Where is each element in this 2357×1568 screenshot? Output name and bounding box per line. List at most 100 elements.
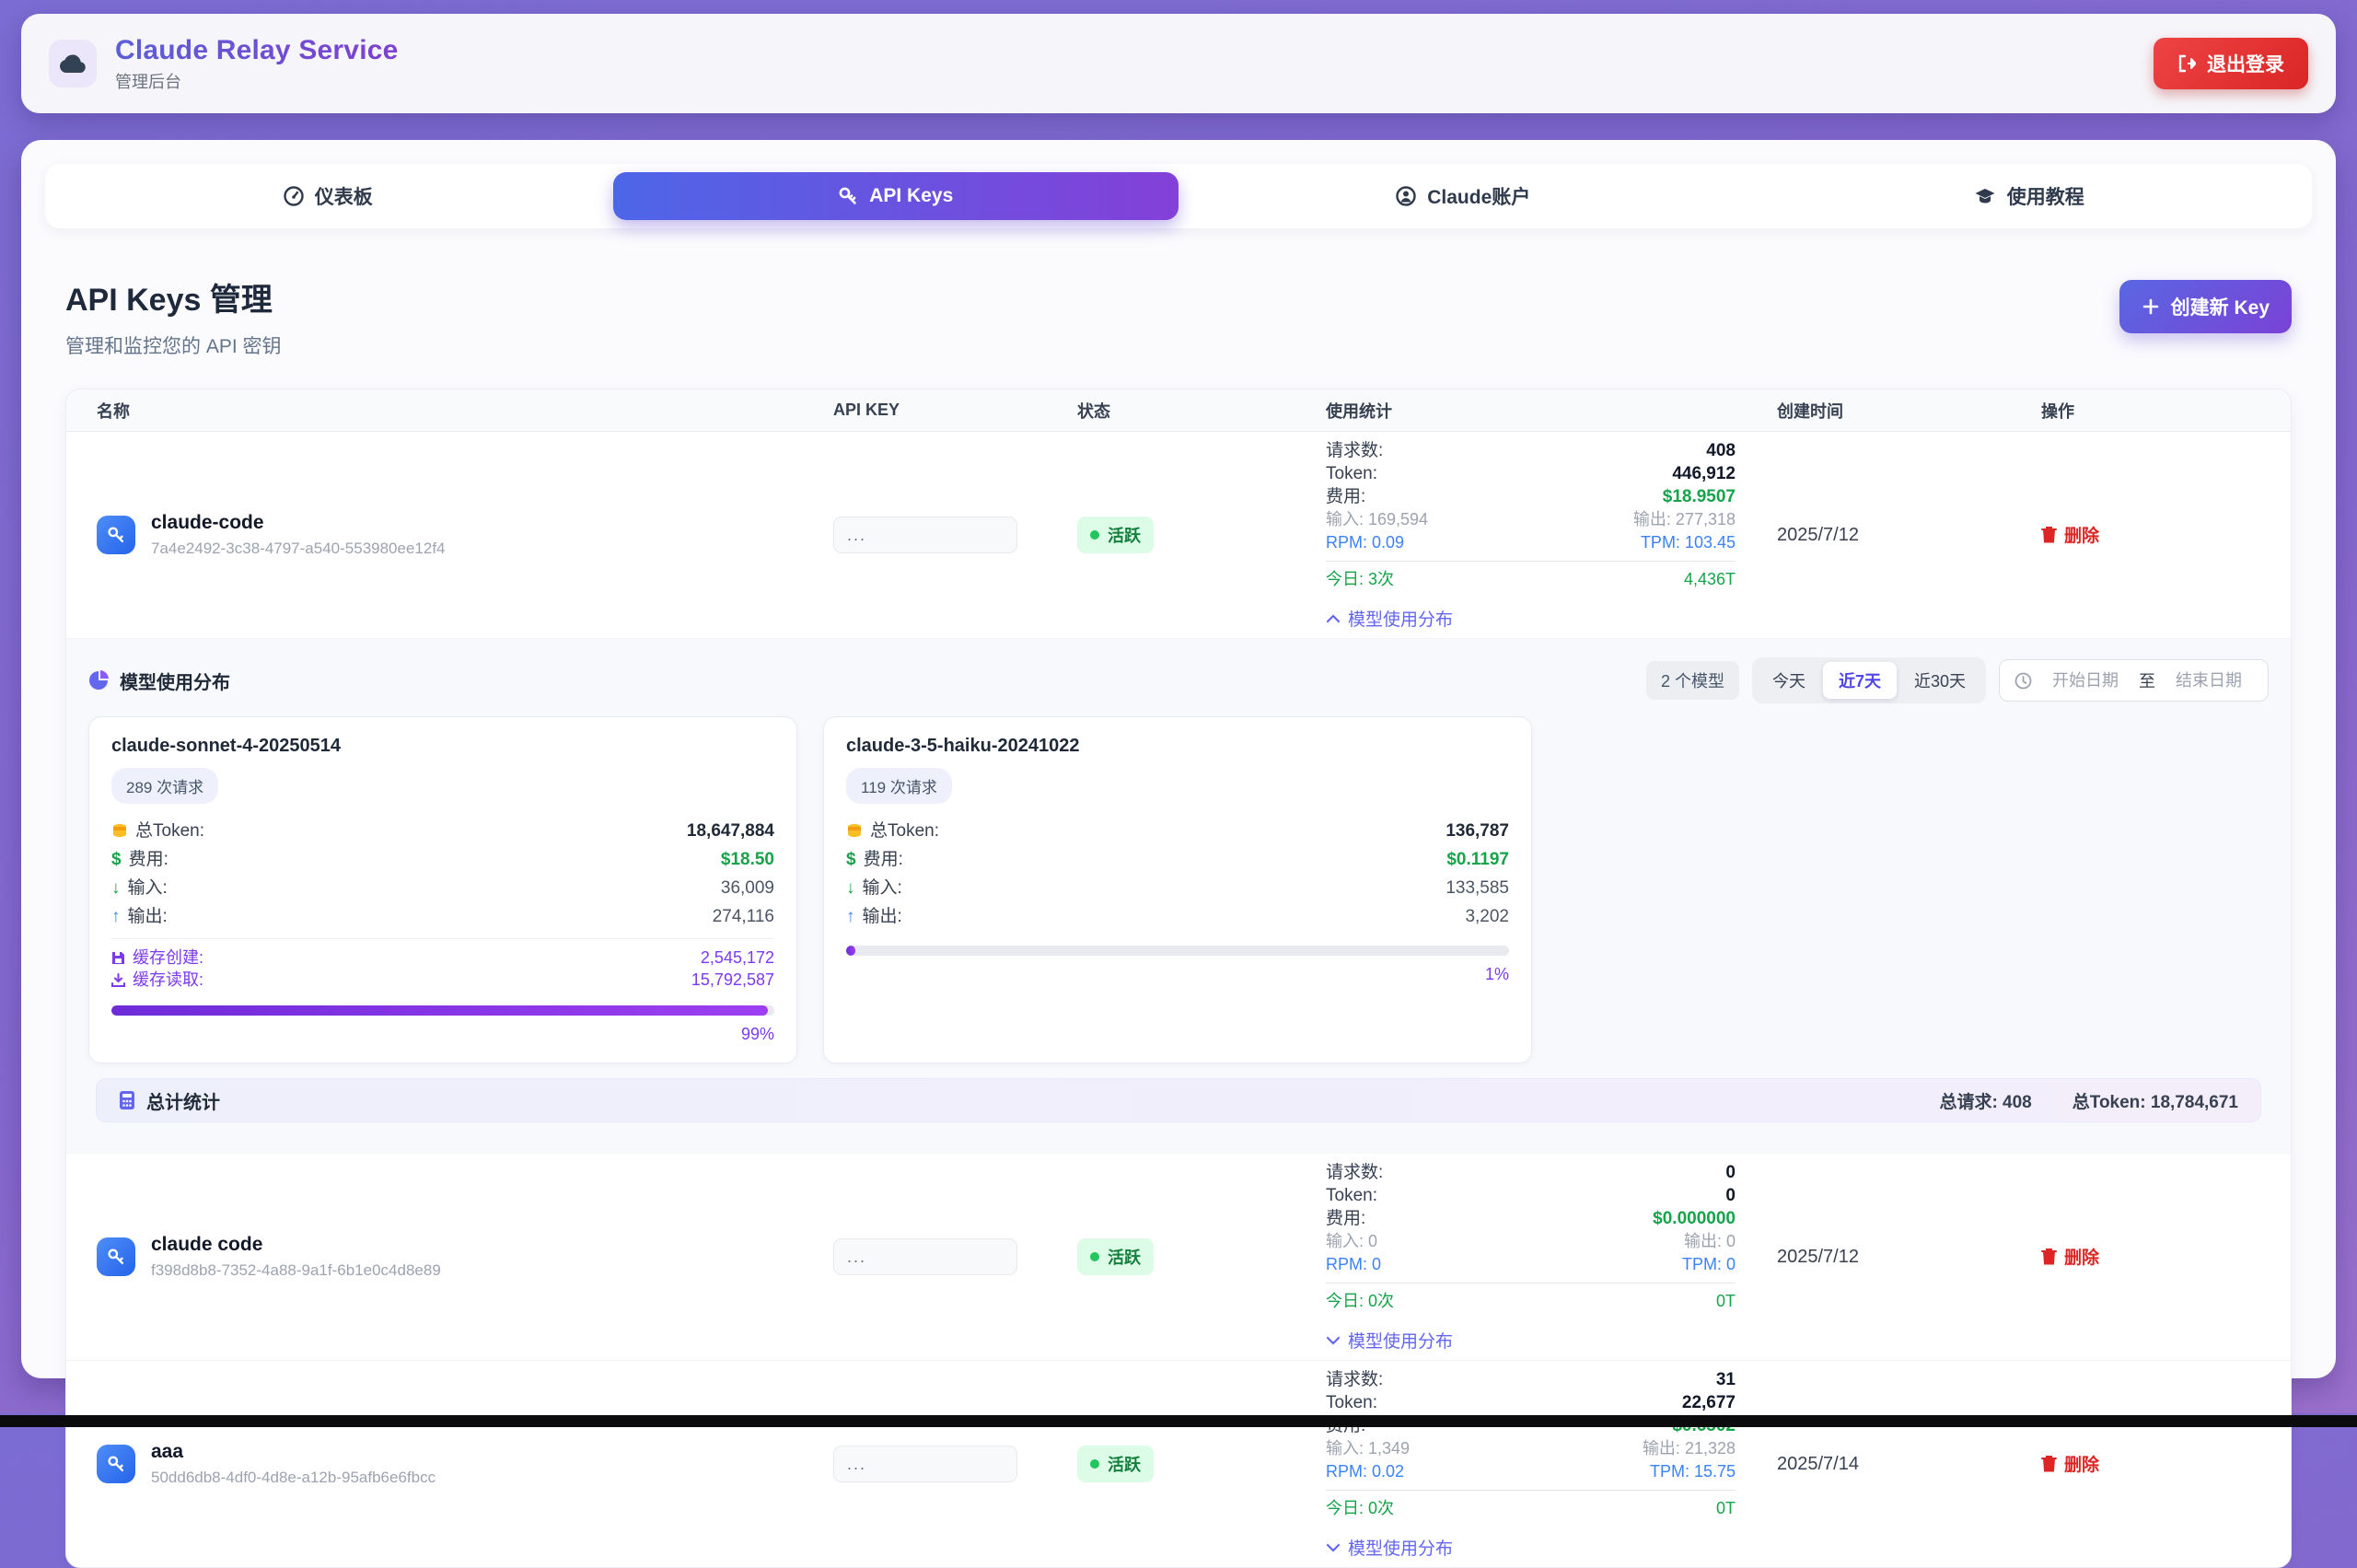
table-row: claude code f398d8b8-7352-4a88-9a1f-6b1e… bbox=[66, 1154, 2291, 1360]
delete-button[interactable]: 删除 bbox=[2041, 522, 2099, 547]
arrow-up-icon: ↑ bbox=[846, 902, 855, 931]
main-panel: 仪表板 API Keys Claude账户 使用教程 API Keys 管理 管… bbox=[21, 140, 2336, 1378]
user-icon bbox=[1396, 186, 1416, 206]
arrow-down-icon: ↓ bbox=[111, 874, 121, 902]
tab-dashboard-label: 仪表板 bbox=[315, 182, 373, 210]
output-value: 3,202 bbox=[1465, 902, 1509, 931]
tab-claude-account[interactable]: Claude账户 bbox=[1180, 164, 1747, 228]
cost-label: 费用: bbox=[1326, 1207, 1365, 1230]
requests-label: 请求数: bbox=[1326, 439, 1383, 462]
status-label: 活跃 bbox=[1108, 1452, 1141, 1476]
stats-divider bbox=[1326, 561, 1736, 562]
create-key-button[interactable]: 创建新 Key bbox=[2119, 280, 2292, 333]
delete-label: 删除 bbox=[2064, 1244, 2099, 1269]
cache-create-label: 缓存创建: bbox=[133, 947, 203, 969]
tab-api-keys-label: API Keys bbox=[869, 185, 953, 207]
logout-button[interactable]: 退出登录 bbox=[2154, 38, 2308, 89]
app-logo bbox=[49, 40, 97, 87]
page-title: API Keys 管理 bbox=[65, 274, 282, 319]
api-key-masked-field[interactable]: ... bbox=[833, 1238, 1017, 1275]
input-value: 36,009 bbox=[721, 874, 774, 902]
output-value: 输出: 0 bbox=[1684, 1230, 1736, 1253]
input-value: 输入: 169,594 bbox=[1326, 508, 1428, 531]
token-label: Token: bbox=[1326, 462, 1377, 485]
chevron-down-icon bbox=[1326, 1336, 1341, 1345]
delete-button[interactable]: 删除 bbox=[2041, 1451, 2099, 1476]
model-distribution-toggle[interactable]: 模型使用分布 bbox=[1326, 1535, 1736, 1560]
end-date-input[interactable] bbox=[2165, 671, 2253, 691]
key-id: 50dd6db8-4df0-4d8e-a12b-95afb6e6fbcc bbox=[151, 1469, 435, 1487]
model-panel-title: 模型使用分布 bbox=[120, 668, 230, 694]
model-card: claude-sonnet-4-20250514 289 次请求 总Token:… bbox=[88, 716, 797, 1063]
status-dot-icon bbox=[1090, 530, 1099, 540]
usage-progress-track bbox=[846, 946, 1509, 956]
rpm-value: RPM: 0.02 bbox=[1326, 1460, 1404, 1483]
today-tokens: 0T bbox=[1716, 1290, 1736, 1313]
output-label: 输出: bbox=[863, 902, 902, 931]
coins-icon bbox=[846, 823, 863, 840]
app-subtitle: 管理后台 bbox=[115, 69, 399, 93]
output-label: 输出: bbox=[128, 902, 168, 931]
stats-divider bbox=[1326, 1490, 1736, 1491]
created-date: 2025/7/12 bbox=[1777, 1247, 2041, 1268]
calculator-icon bbox=[119, 1090, 135, 1110]
cost-value: $18.50 bbox=[721, 845, 774, 874]
key-id: 7a4e2492-3c38-4797-a540-553980ee12f4 bbox=[151, 540, 446, 558]
api-key-masked-field[interactable]: ... bbox=[833, 1446, 1017, 1482]
dollar-icon: $ bbox=[846, 845, 856, 874]
start-date-input[interactable] bbox=[2041, 671, 2130, 691]
filter-last7[interactable]: 近7天 bbox=[1823, 662, 1897, 699]
model-distribution-toggle[interactable]: 模型使用分布 bbox=[1326, 606, 1736, 631]
status-badge: 活跃 bbox=[1077, 1238, 1154, 1275]
trash-icon bbox=[2041, 1248, 2057, 1265]
total-token-value: 136,787 bbox=[1446, 817, 1509, 845]
status-dot-icon bbox=[1090, 1459, 1099, 1469]
tab-api-keys[interactable]: API Keys bbox=[613, 172, 1179, 220]
input-value: 133,585 bbox=[1446, 874, 1509, 902]
output-value: 274,116 bbox=[713, 902, 774, 931]
arrow-down-icon: ↓ bbox=[846, 874, 855, 902]
input-label: 输入: bbox=[863, 874, 902, 902]
clock-icon bbox=[2014, 672, 2032, 690]
totals-summary-bar: 总计统计 总请求: 408 总Token: 18,784,671 bbox=[96, 1078, 2261, 1122]
cache-create-value: 2,545,172 bbox=[701, 947, 774, 969]
cost-value: $0.000000 bbox=[1653, 1207, 1736, 1230]
download-icon bbox=[111, 973, 125, 987]
filter-last30[interactable]: 近30天 bbox=[1898, 662, 1981, 699]
tab-tutorial-label: 使用教程 bbox=[2007, 182, 2084, 210]
usage-progress-fill bbox=[846, 946, 855, 956]
create-key-label: 创建新 Key bbox=[2171, 293, 2270, 320]
tab-dashboard[interactable]: 仪表板 bbox=[45, 164, 611, 228]
today-requests: 今日: 0次 bbox=[1326, 1290, 1394, 1313]
bottom-strip bbox=[0, 1415, 2357, 1427]
status-label: 活跃 bbox=[1108, 523, 1141, 547]
key-icon bbox=[97, 516, 135, 554]
api-key-masked-field[interactable]: ... bbox=[833, 517, 1017, 553]
created-date: 2025/7/12 bbox=[1777, 525, 2041, 546]
filter-today[interactable]: 今天 bbox=[1757, 662, 1821, 699]
key-name: claude code bbox=[151, 1234, 441, 1256]
today-tokens: 0T bbox=[1716, 1497, 1736, 1520]
arrow-up-icon: ↑ bbox=[111, 902, 121, 931]
total-token-label: 总Token: bbox=[135, 817, 204, 845]
usage-stats: 请求数:0 Token:0 费用:$0.000000 输入: 0输出: 0 RP… bbox=[1326, 1154, 1736, 1360]
col-header-status: 状态 bbox=[1077, 399, 1326, 423]
today-tokens: 4,436T bbox=[1684, 568, 1736, 591]
chevron-down-icon bbox=[1326, 1543, 1341, 1552]
delete-button[interactable]: 删除 bbox=[2041, 1244, 2099, 1269]
key-icon bbox=[838, 186, 858, 206]
status-label: 活跃 bbox=[1108, 1245, 1141, 1269]
model-distribution-toggle[interactable]: 模型使用分布 bbox=[1326, 1328, 1736, 1353]
model-distribution-label: 模型使用分布 bbox=[1348, 1535, 1453, 1560]
tpm-value: TPM: 0 bbox=[1682, 1253, 1736, 1276]
model-usage-panel: 模型使用分布 2 个模型 今天 近7天 近30天 至 bbox=[66, 638, 2291, 1154]
key-icon bbox=[97, 1237, 135, 1276]
token-value: 22,677 bbox=[1682, 1391, 1736, 1414]
status-badge: 活跃 bbox=[1077, 517, 1154, 553]
today-requests: 今日: 3次 bbox=[1326, 568, 1394, 591]
cost-value: $18.9507 bbox=[1663, 485, 1736, 508]
table-header-row: 名称 API KEY 状态 使用统计 创建时间 操作 bbox=[66, 389, 2291, 432]
model-count-badge: 2 个模型 bbox=[1646, 661, 1739, 700]
tab-tutorial[interactable]: 使用教程 bbox=[1747, 164, 2313, 228]
summary-title: 总计统计 bbox=[146, 1087, 220, 1114]
